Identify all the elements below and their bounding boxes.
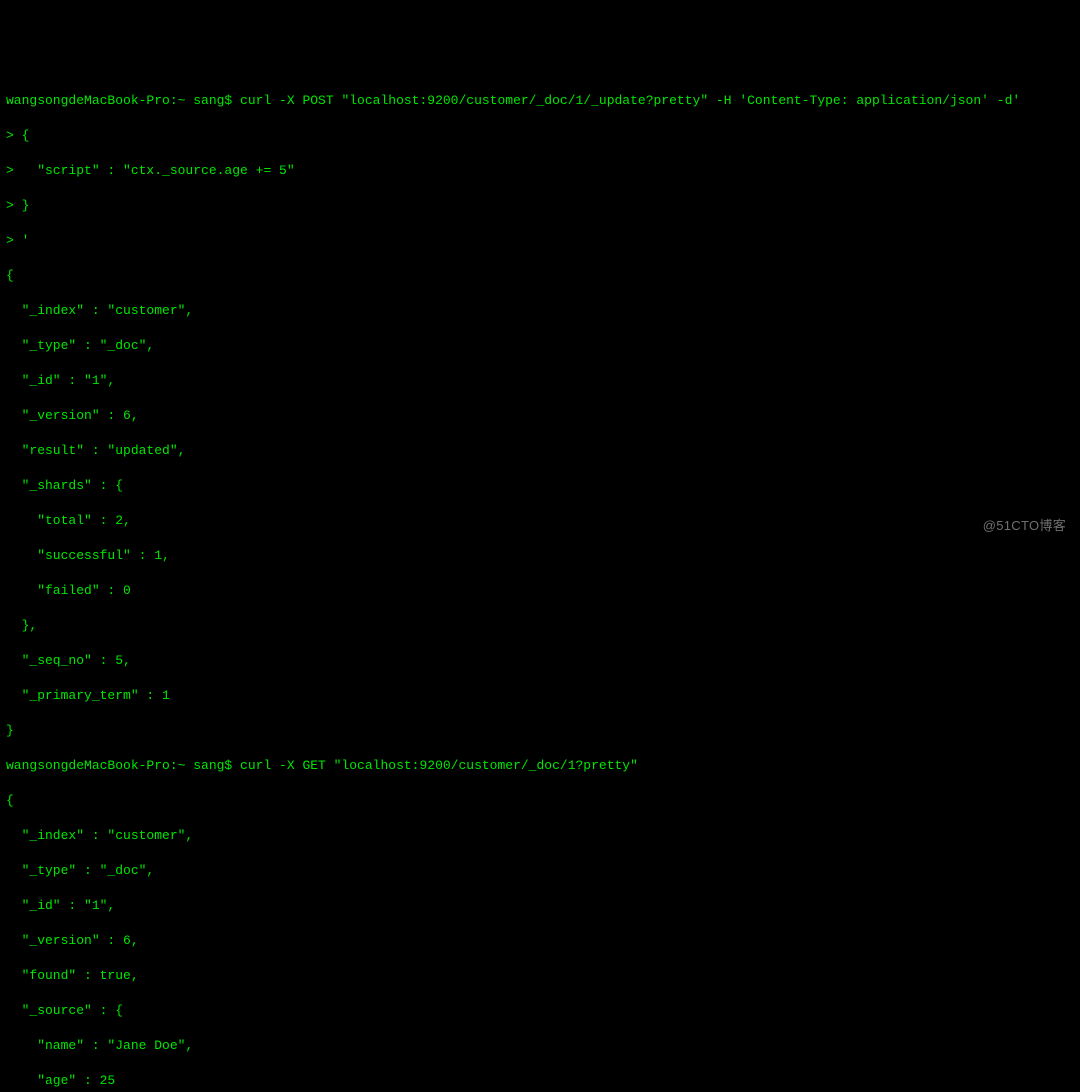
terminal-line: > ' <box>6 232 1074 250</box>
terminal-line: { <box>6 267 1074 285</box>
terminal-line: "_id" : "1", <box>6 897 1074 915</box>
terminal-line: "failed" : 0 <box>6 582 1074 600</box>
terminal-line: "age" : 25 <box>6 1072 1074 1090</box>
terminal-line: > } <box>6 197 1074 215</box>
terminal-line: "name" : "Jane Doe", <box>6 1037 1074 1055</box>
terminal-line: "_id" : "1", <box>6 372 1074 390</box>
terminal-line: "found" : true, <box>6 967 1074 985</box>
terminal-line: "_version" : 6, <box>6 407 1074 425</box>
terminal-line: }, <box>6 617 1074 635</box>
terminal-line: "_type" : "_doc", <box>6 862 1074 880</box>
terminal-line: "_shards" : { <box>6 477 1074 495</box>
terminal-output[interactable]: wangsongdeMacBook-Pro:~ sang$ curl -X PO… <box>6 74 1074 1092</box>
terminal-line: "successful" : 1, <box>6 547 1074 565</box>
terminal-line: { <box>6 792 1074 810</box>
terminal-line: wangsongdeMacBook-Pro:~ sang$ curl -X PO… <box>6 92 1074 110</box>
terminal-line: "_source" : { <box>6 1002 1074 1020</box>
terminal-line: > "script" : "ctx._source.age += 5" <box>6 162 1074 180</box>
terminal-line: wangsongdeMacBook-Pro:~ sang$ curl -X GE… <box>6 757 1074 775</box>
terminal-line: "_index" : "customer", <box>6 302 1074 320</box>
terminal-line: "_index" : "customer", <box>6 827 1074 845</box>
terminal-line: > { <box>6 127 1074 145</box>
terminal-line: "_primary_term" : 1 <box>6 687 1074 705</box>
terminal-line: "_version" : 6, <box>6 932 1074 950</box>
terminal-line: "total" : 2, <box>6 512 1074 530</box>
terminal-line: "_type" : "_doc", <box>6 337 1074 355</box>
terminal-line: "_seq_no" : 5, <box>6 652 1074 670</box>
terminal-line: } <box>6 722 1074 740</box>
terminal-line: "result" : "updated", <box>6 442 1074 460</box>
watermark-text: @51CTO博客 <box>983 517 1066 535</box>
